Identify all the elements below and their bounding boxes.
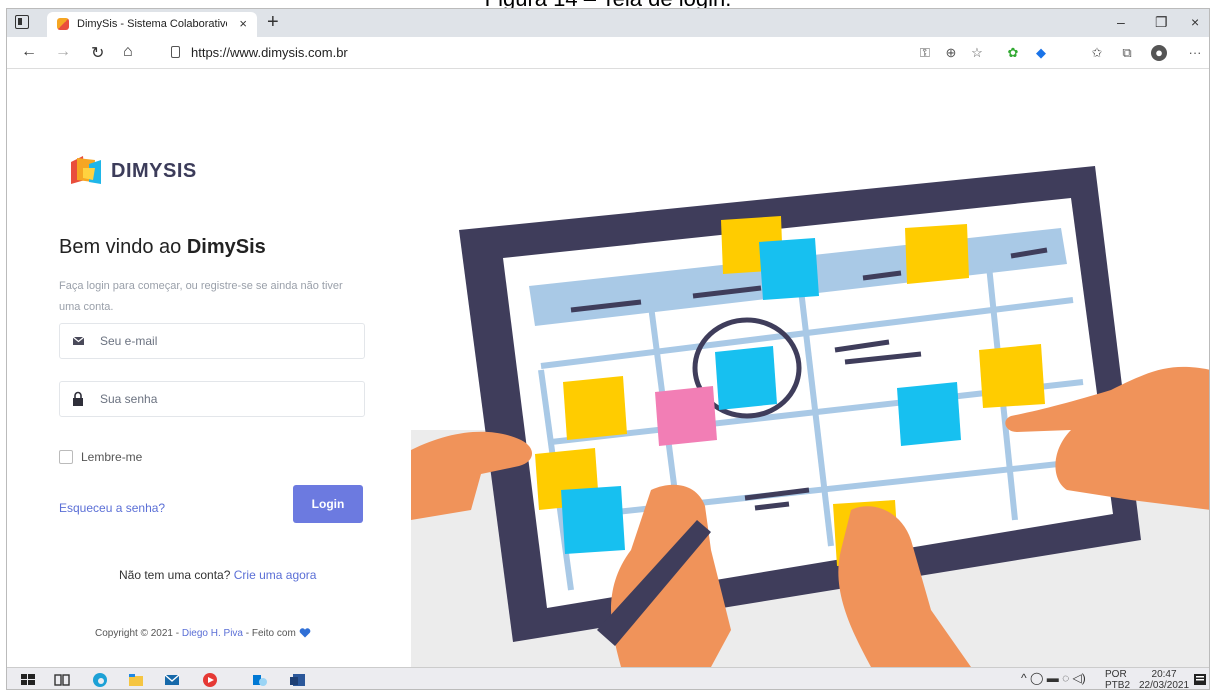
envelope-icon [72, 336, 85, 345]
restore-button[interactable]: ❐ [1155, 14, 1168, 31]
tray-icons[interactable]: ^ ◯ ▬ ◌ ◁) [1021, 671, 1086, 685]
notifications-icon[interactable] [1191, 671, 1209, 689]
logo-mark-icon [71, 156, 101, 184]
new-tab-button[interactable]: + [267, 11, 279, 34]
lang-line2: PTB2 [1105, 680, 1131, 690]
home-icon[interactable]: ⌂ [123, 43, 133, 61]
tab-title: DimySis - Sistema Colaborativo [77, 18, 227, 30]
favorites-icon[interactable]: ✩ [1089, 45, 1105, 61]
windows-start-icon[interactable] [19, 671, 37, 689]
file-explorer-icon[interactable] [127, 671, 145, 689]
extension-diamond-icon[interactable]: ◆ [1033, 45, 1049, 61]
login-page: DIMYSIS Bem vindo ao DimySis Faça login … [7, 70, 1209, 667]
tab-close-icon[interactable]: × [239, 16, 247, 31]
signup-link[interactable]: Crie uma agora [234, 568, 317, 582]
login-button[interactable]: Login [293, 485, 363, 523]
word-icon[interactable] [289, 671, 307, 689]
remember-label: Lembre-me [81, 450, 143, 464]
edge-browser-icon[interactable] [91, 671, 109, 689]
login-subtitle: Faça login para começar, ou registre-se … [59, 280, 343, 313]
key-icon[interactable]: ⚿ [917, 45, 933, 61]
author-link[interactable]: Diego H. Piva [182, 628, 243, 639]
back-icon[interactable]: ← [21, 43, 37, 61]
minimize-button[interactable]: – [1117, 14, 1125, 30]
url-text: https://www.dimysis.com.br [191, 45, 348, 60]
lock-icon [171, 46, 180, 58]
welcome-prefix: Bem vindo ao [59, 236, 187, 258]
signup-prefix: Não tem uma conta? [119, 568, 231, 582]
favorite-add-icon[interactable]: ☆ [969, 45, 985, 61]
tab-bar: DimySis - Sistema Colaborativo × + – ❐ × [7, 9, 1209, 37]
copyright-prefix: Copyright © 2021 - [95, 628, 180, 639]
kanban-tablet-illustration [411, 70, 1209, 667]
skype-icon[interactable] [251, 671, 269, 689]
tab-actions-icon[interactable] [15, 15, 29, 29]
heart-icon [299, 628, 310, 638]
browser-window: DimySis - Sistema Colaborativo × + – ❐ ×… [6, 8, 1210, 690]
figure-caption: Figura 14 – Tela de login. [0, 0, 1216, 8]
more-menu-icon[interactable]: ··· [1187, 45, 1203, 61]
zoom-icon[interactable]: ⊕ [943, 45, 959, 61]
password-field[interactable] [59, 381, 365, 417]
signup-text: Não tem uma conta? Crie uma agora [119, 568, 316, 582]
welcome-brand: DimySis [186, 236, 266, 258]
welcome-title: Bem vindo ao DimySis [59, 236, 266, 259]
refresh-icon[interactable]: ↻ [91, 43, 104, 63]
forward-icon[interactable]: → [55, 43, 71, 61]
address-bar: ← → ↻ ⌂ https://www.dimysis.com.br ⚿ ⊕ ☆… [7, 37, 1209, 69]
windows-taskbar: ^ ◯ ▬ ◌ ◁) POR PTB2 20:47 22/03/2021 [7, 667, 1209, 690]
profile-avatar[interactable]: ● [1151, 45, 1167, 61]
logo-text: DIMYSIS [111, 160, 197, 182]
copyright-suffix: - Feito com [245, 628, 296, 639]
language-indicator[interactable]: POR PTB2 [1105, 669, 1131, 690]
clock[interactable]: 20:47 22/03/2021 [1139, 669, 1190, 690]
mail-icon[interactable] [163, 671, 181, 689]
email-field[interactable] [59, 323, 365, 359]
forgot-password-link[interactable]: Esqueceu a senha? [59, 501, 165, 515]
clock-date: 22/03/2021 [1139, 680, 1190, 690]
task-view-icon[interactable] [53, 671, 71, 689]
lock-icon [73, 391, 83, 406]
remember-checkbox[interactable] [59, 450, 73, 464]
email-input[interactable] [100, 324, 360, 358]
extension-icon[interactable]: ✿ [1005, 45, 1021, 61]
copyright: Copyright © 2021 - Diego H. Piva - Feito… [95, 628, 311, 639]
browser-tab[interactable]: DimySis - Sistema Colaborativo × [47, 12, 257, 37]
collections-icon[interactable]: ⧉ [1119, 45, 1135, 61]
tab-favicon-icon [57, 18, 69, 30]
password-input[interactable] [100, 382, 360, 416]
clock-time: 20:47 [1151, 669, 1177, 680]
close-window-button[interactable]: × [1191, 14, 1199, 30]
media-player-icon[interactable] [201, 671, 219, 689]
lang-line1: POR [1105, 669, 1127, 680]
